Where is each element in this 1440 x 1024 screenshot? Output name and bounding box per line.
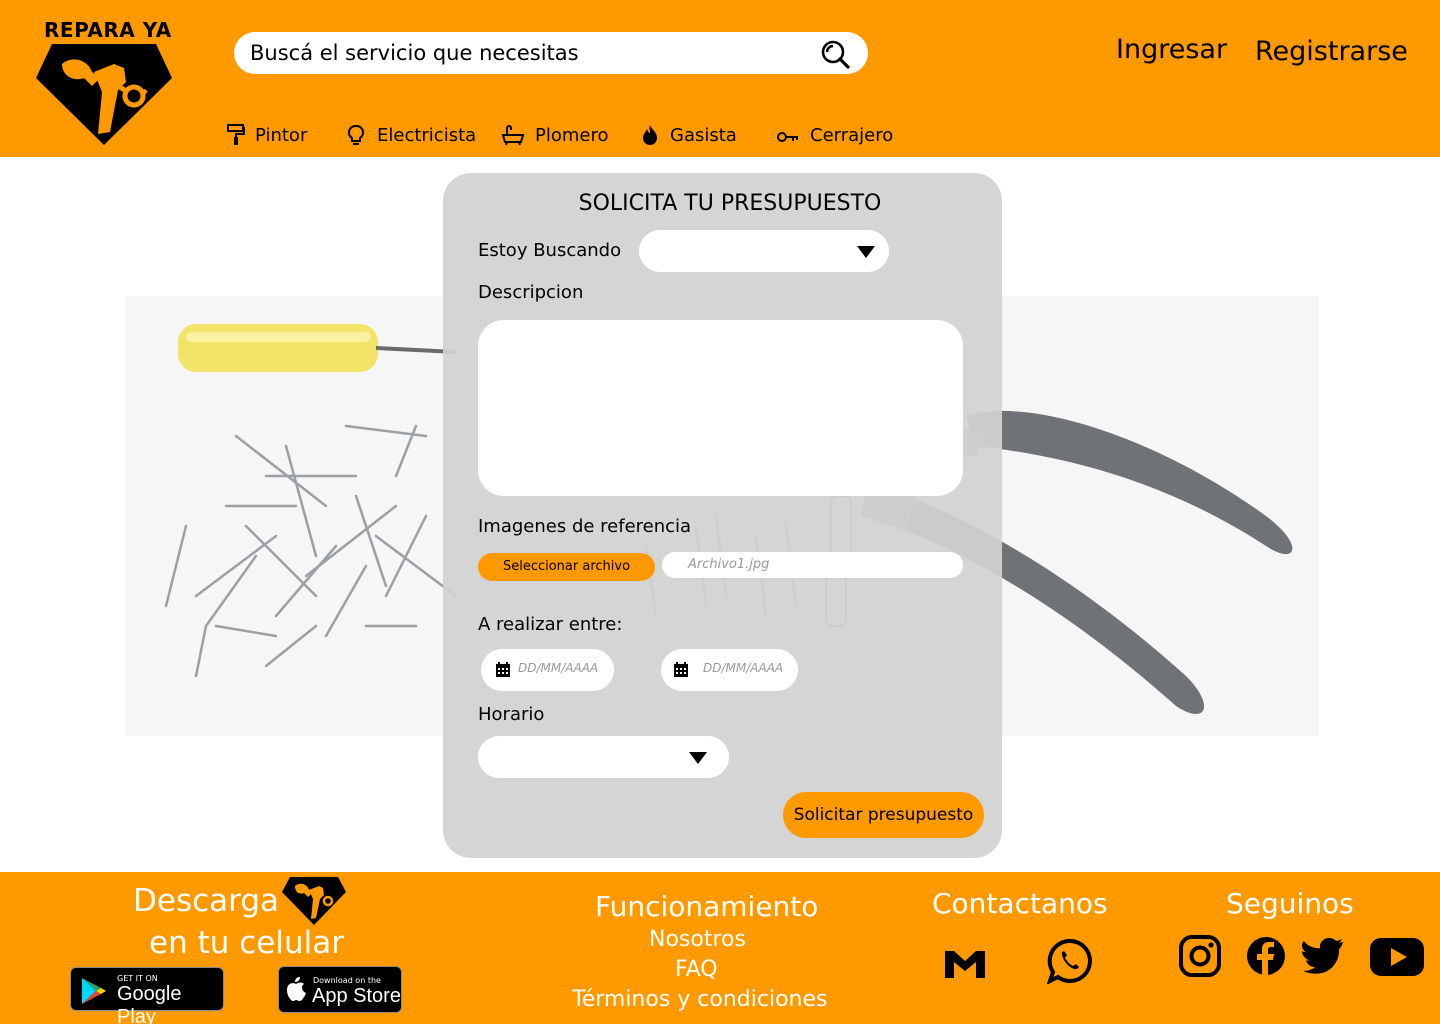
- nav-item-label: Cerrajero: [810, 124, 894, 146]
- paint-roller-icon: [227, 124, 245, 145]
- nav-item-gasista[interactable]: Gasista: [640, 124, 737, 146]
- nav-item-label: Gasista: [670, 124, 737, 146]
- instagram-icon[interactable]: [1179, 935, 1221, 977]
- google-play-small-text: GET IT ON: [117, 974, 158, 983]
- brand-name: REPARA YA: [44, 18, 172, 42]
- footer: Descarga en tu celular GET IT ON Google …: [0, 872, 1440, 1024]
- facebook-icon[interactable]: [1246, 936, 1286, 976]
- form-title: SOLICITA TU PRESUPUESTO: [578, 191, 882, 216]
- looking-label: Estoy Buscando: [478, 240, 622, 261]
- whatsapp-icon[interactable]: [1047, 938, 1093, 984]
- search-input[interactable]: [250, 32, 810, 74]
- description-label: Descripcion: [478, 282, 584, 303]
- gmail-icon[interactable]: [944, 947, 986, 979]
- date-to-input[interactable]: DD/MM/AAAA: [661, 649, 798, 691]
- download-title-line2: en tu celular: [149, 925, 344, 961]
- nav-item-pintor[interactable]: Pintor: [227, 124, 307, 146]
- nav-item-label: Pintor: [255, 124, 308, 146]
- nav-item-electricista[interactable]: Electricista: [345, 124, 476, 146]
- date-range-label: A realizar entre:: [478, 614, 623, 635]
- schedule-select[interactable]: [478, 736, 729, 778]
- quote-request-form: SOLICITA TU PRESUPUESTO Estoy Buscando D…: [443, 173, 1002, 858]
- key-icon: [777, 132, 798, 142]
- follow-title: Seguinos: [1226, 887, 1354, 920]
- date-to-placeholder: DD/MM/AAAA: [703, 661, 784, 675]
- search-icon[interactable]: [820, 39, 850, 69]
- download-title-line1: Descarga: [133, 883, 280, 919]
- brand-mini-logo-icon: [282, 877, 346, 925]
- google-play-badge[interactable]: GET IT ON Google Play: [70, 967, 224, 1024]
- schedule-label: Horario: [478, 704, 545, 725]
- search-bar: [234, 32, 868, 74]
- header: REPARA YA Ingresar Registrarse Pintor: [0, 0, 1440, 157]
- select-file-button[interactable]: Seleccionar archivo: [478, 553, 655, 581]
- footer-link-terms[interactable]: Términos y condiciones: [572, 987, 828, 1012]
- calendar-icon: [674, 662, 688, 677]
- app-store-big-text: App Store: [312, 985, 401, 1007]
- submit-quote-button[interactable]: Solicitar presupuesto: [783, 792, 984, 838]
- date-from-input[interactable]: DD/MM/AAAA: [481, 649, 614, 691]
- wrench-diamond-logo-icon: [36, 44, 172, 145]
- footer-link-faq[interactable]: FAQ: [675, 957, 718, 982]
- youtube-icon[interactable]: [1370, 938, 1424, 976]
- calendar-icon: [496, 662, 510, 677]
- selected-file-name: Archivo1.jpg: [662, 552, 963, 578]
- nav-item-cerrajero[interactable]: Cerrajero: [776, 124, 893, 146]
- chevron-down-icon: [857, 246, 875, 258]
- contact-title: Contactanos: [932, 887, 1108, 920]
- description-textarea[interactable]: [478, 320, 963, 496]
- register-link[interactable]: Registrarse: [1255, 36, 1408, 67]
- nav-item-label: Electricista: [377, 124, 477, 146]
- date-from-placeholder: DD/MM/AAAA: [518, 661, 599, 675]
- app-store-small-text: Download on the: [313, 976, 381, 985]
- google-play-big-text: Google Play: [117, 983, 182, 1024]
- brand-logo[interactable]: REPARA YA: [30, 18, 180, 148]
- app-store-badge[interactable]: Download on the App Store: [278, 966, 402, 1013]
- nav-item-plomero[interactable]: Plomero: [501, 124, 609, 146]
- nav-item-label: Plomero: [535, 124, 609, 146]
- login-link[interactable]: Ingresar: [1116, 34, 1227, 65]
- flame-icon: [643, 125, 657, 145]
- looking-select[interactable]: [639, 230, 889, 272]
- how-it-works-title[interactable]: Funcionamiento: [595, 890, 818, 923]
- footer-link-nosotros[interactable]: Nosotros: [649, 927, 746, 952]
- bathtub-icon: [501, 125, 525, 146]
- twitter-icon[interactable]: [1302, 938, 1344, 974]
- apple-icon: [287, 977, 306, 1001]
- google-play-icon: [82, 978, 106, 1004]
- images-label: Imagenes de referencia: [478, 516, 692, 537]
- lightbulb-icon: [347, 125, 365, 145]
- chevron-down-icon: [689, 752, 707, 764]
